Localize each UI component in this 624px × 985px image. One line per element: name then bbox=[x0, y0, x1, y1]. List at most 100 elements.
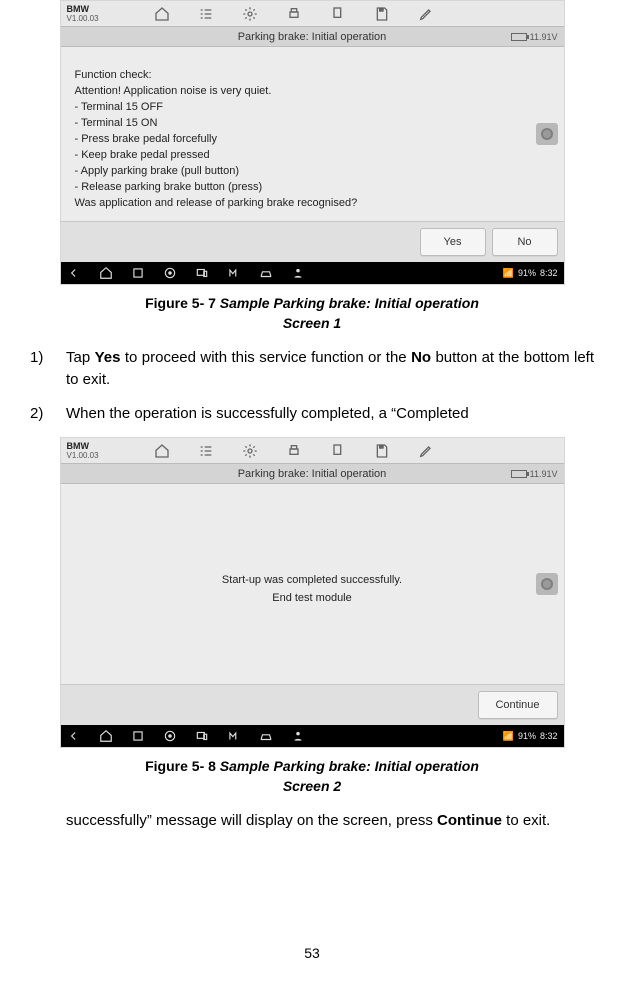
brand-name: BMW bbox=[67, 441, 115, 451]
content-line: - Keep brake pedal pressed bbox=[75, 147, 550, 163]
camera-icon[interactable] bbox=[536, 123, 558, 145]
top-icon-row bbox=[121, 1, 564, 26]
step-1-bold2: No bbox=[411, 349, 431, 366]
continuation-pre: successfully” message will display on th… bbox=[66, 812, 437, 829]
message-line-2: End test module bbox=[222, 589, 402, 607]
person-icon[interactable] bbox=[291, 266, 305, 280]
screenshot-screen-1: BMW V1.00.03 Parking brake: Initial oper… bbox=[60, 0, 565, 285]
brand-name: BMW bbox=[67, 4, 115, 14]
step-2: 2) When the operation is successfully co… bbox=[30, 403, 594, 425]
continuation-post: to exit. bbox=[502, 812, 550, 829]
continuation-bold: Continue bbox=[437, 812, 502, 829]
battery-pct: 91% bbox=[518, 268, 536, 278]
save-icon[interactable] bbox=[371, 5, 393, 23]
print-icon[interactable] bbox=[283, 442, 305, 460]
clock-area: 📶 91% 8:32 bbox=[503, 268, 558, 279]
page-number: 53 bbox=[304, 945, 320, 961]
battery-indicator: 11.91V bbox=[511, 32, 558, 42]
figure-1-caption-lead: Figure 5- 7 bbox=[145, 295, 220, 311]
clock-time: 8:32 bbox=[540, 268, 558, 278]
clock-area: 📶 91% 8:32 bbox=[503, 731, 558, 742]
figure-2-caption-rest: Sample Parking brake: Initial operation bbox=[220, 758, 479, 774]
car-icon[interactable] bbox=[259, 266, 273, 280]
gear-icon[interactable] bbox=[239, 442, 261, 460]
brand-version: V1.00.03 bbox=[67, 14, 115, 24]
devices-icon[interactable] bbox=[195, 729, 209, 743]
content-line: Was application and release of parking b… bbox=[75, 195, 550, 211]
figure-2-caption: Figure 5- 8 Sample Parking brake: Initia… bbox=[30, 756, 594, 796]
content-area: Start-up was completed successfully. End… bbox=[61, 484, 564, 684]
recent-icon[interactable] bbox=[131, 266, 145, 280]
m-icon[interactable] bbox=[227, 729, 241, 743]
back-icon[interactable] bbox=[67, 266, 81, 280]
bottombar: 📶 91% 8:32 bbox=[61, 262, 564, 284]
home-icon[interactable] bbox=[151, 442, 173, 460]
battery-value: 11.91V bbox=[530, 469, 558, 479]
topbar: BMW V1.00.03 bbox=[61, 438, 564, 464]
button-row: Yes No bbox=[61, 221, 564, 262]
step-2-body: When the operation is successfully compl… bbox=[66, 403, 594, 425]
figure-2-caption-line2: Screen 2 bbox=[283, 778, 341, 794]
titlebar: Parking brake: Initial operation 11.91V bbox=[61, 464, 564, 484]
step-1-number: 1) bbox=[30, 347, 54, 391]
camera-icon[interactable] bbox=[536, 573, 558, 595]
message-line-1: Start-up was completed successfully. bbox=[222, 571, 402, 589]
brand-block: BMW V1.00.03 bbox=[61, 1, 121, 26]
no-button[interactable]: No bbox=[492, 228, 558, 256]
nav-home-icon[interactable] bbox=[99, 729, 113, 743]
content-line: - Release parking brake button (press) bbox=[75, 179, 550, 195]
yes-button[interactable]: Yes bbox=[420, 228, 486, 256]
devices-icon[interactable] bbox=[195, 266, 209, 280]
edit-icon[interactable] bbox=[415, 5, 437, 23]
m-icon[interactable] bbox=[227, 266, 241, 280]
step-1-mid: to proceed with this service function or… bbox=[120, 349, 411, 366]
gear-icon[interactable] bbox=[239, 5, 261, 23]
step-2-number: 2) bbox=[30, 403, 54, 425]
continuation-paragraph: successfully” message will display on th… bbox=[66, 810, 594, 832]
content-line: - Press brake pedal forcefully bbox=[75, 131, 550, 147]
step-1-body: Tap Yes to proceed with this service fun… bbox=[66, 347, 594, 391]
figure-2-caption-lead: Figure 5- 8 bbox=[145, 758, 220, 774]
save-icon[interactable] bbox=[371, 442, 393, 460]
doc-icon[interactable] bbox=[327, 5, 349, 23]
battery-icon bbox=[511, 33, 527, 41]
chrome-icon[interactable] bbox=[163, 729, 177, 743]
car-icon[interactable] bbox=[259, 729, 273, 743]
content-line: Function check: bbox=[75, 67, 550, 83]
list-icon[interactable] bbox=[195, 442, 217, 460]
doc-icon[interactable] bbox=[327, 442, 349, 460]
top-icon-row bbox=[121, 438, 564, 463]
figure-1-caption: Figure 5- 7 Sample Parking brake: Initia… bbox=[30, 293, 594, 333]
bottombar: 📶 91% 8:32 bbox=[61, 725, 564, 747]
wifi-icon: 📶 bbox=[503, 731, 514, 742]
list-icon[interactable] bbox=[195, 5, 217, 23]
titlebar: Parking brake: Initial operation 11.91V bbox=[61, 27, 564, 47]
brand-version: V1.00.03 bbox=[67, 451, 115, 461]
screenshot-screen-2: BMW V1.00.03 Parking brake: Initial oper… bbox=[60, 437, 565, 748]
button-row: Continue bbox=[61, 684, 564, 725]
continue-button[interactable]: Continue bbox=[478, 691, 558, 719]
content-line: - Terminal 15 OFF bbox=[75, 99, 550, 115]
step-1: 1) Tap Yes to proceed with this service … bbox=[30, 347, 594, 391]
edit-icon[interactable] bbox=[415, 442, 437, 460]
content-line: Attention! Application noise is very qui… bbox=[75, 83, 550, 99]
wifi-icon: 📶 bbox=[503, 268, 514, 279]
step-1-bold1: Yes bbox=[95, 349, 121, 366]
screen-title: Parking brake: Initial operation bbox=[238, 31, 387, 43]
person-icon[interactable] bbox=[291, 729, 305, 743]
figure-1-caption-line2: Screen 1 bbox=[283, 315, 341, 331]
content-line: - Apply parking brake (pull button) bbox=[75, 163, 550, 179]
topbar: BMW V1.00.03 bbox=[61, 1, 564, 27]
battery-indicator: 11.91V bbox=[511, 469, 558, 479]
step-1-pre: Tap bbox=[66, 349, 95, 366]
battery-icon bbox=[511, 470, 527, 478]
figure-1-caption-rest: Sample Parking brake: Initial operation bbox=[220, 295, 479, 311]
content-line: - Terminal 15 ON bbox=[75, 115, 550, 131]
back-icon[interactable] bbox=[67, 729, 81, 743]
print-icon[interactable] bbox=[283, 5, 305, 23]
chrome-icon[interactable] bbox=[163, 266, 177, 280]
clock-time: 8:32 bbox=[540, 731, 558, 741]
recent-icon[interactable] bbox=[131, 729, 145, 743]
home-icon[interactable] bbox=[151, 5, 173, 23]
nav-home-icon[interactable] bbox=[99, 266, 113, 280]
